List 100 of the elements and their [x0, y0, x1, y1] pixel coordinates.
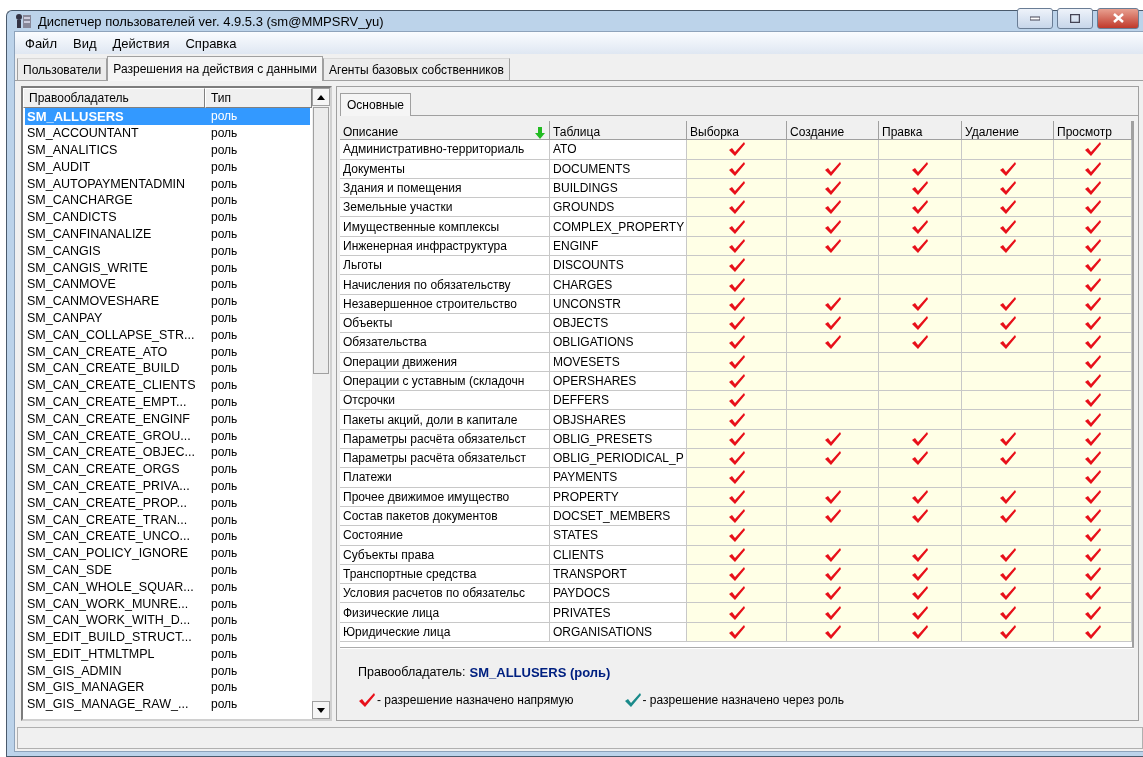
- permission-cell[interactable]: [687, 622, 787, 642]
- column-header[interactable]: Правка: [879, 121, 962, 141]
- permission-cell[interactable]: [1054, 178, 1132, 199]
- permission-cell[interactable]: [787, 333, 879, 353]
- permission-cell[interactable]: [687, 468, 787, 488]
- permission-cell[interactable]: [1054, 545, 1132, 565]
- permission-cell[interactable]: [1054, 603, 1132, 623]
- permission-cell[interactable]: [687, 294, 787, 314]
- permission-cell[interactable]: [1054, 313, 1132, 334]
- tab[interactable]: Агенты базовых собственников: [323, 58, 510, 80]
- permission-cell[interactable]: [962, 468, 1054, 488]
- holder-row[interactable]: SM_CANDICTS роль: [25, 208, 310, 226]
- holder-row[interactable]: SM_CAN_CREATE_CLIENTS роль: [25, 376, 310, 394]
- holder-row[interactable]: SM_CAN_CREATE_ENGINF роль: [25, 410, 310, 428]
- holder-row[interactable]: SM_CAN_COLLAPSE_STR... роль: [25, 326, 310, 344]
- permission-cell[interactable]: [879, 487, 962, 507]
- permission-cell[interactable]: [687, 371, 787, 392]
- column-header[interactable]: Выборка: [687, 121, 787, 141]
- holder-row[interactable]: SM_CAN_CREATE_BUILD роль: [25, 359, 310, 377]
- holder-row[interactable]: SM_GIS_ADMIN роль: [25, 662, 310, 680]
- permission-cell[interactable]: [962, 275, 1054, 295]
- permission-cell[interactable]: [687, 236, 787, 257]
- permission-cell[interactable]: [787, 140, 879, 160]
- tab[interactable]: Основные: [340, 93, 411, 116]
- permission-cell[interactable]: [879, 545, 962, 565]
- permission-cell[interactable]: [1054, 159, 1132, 179]
- permission-cell[interactable]: [962, 236, 1054, 257]
- permission-cell[interactable]: [879, 391, 962, 411]
- permission-cell[interactable]: [879, 410, 962, 430]
- permission-cell[interactable]: [1054, 526, 1132, 546]
- permission-cell[interactable]: [787, 198, 879, 218]
- permission-cell[interactable]: [962, 140, 1054, 160]
- holder-row[interactable]: SM_EDIT_HTMLTMPL роль: [25, 645, 310, 663]
- permission-cell[interactable]: [962, 526, 1054, 546]
- permission-cell[interactable]: [687, 313, 787, 334]
- permission-cell[interactable]: [787, 545, 879, 565]
- holder-row[interactable]: SM_ANALITICS роль: [25, 141, 310, 159]
- permission-cell[interactable]: [962, 449, 1054, 469]
- permission-cell[interactable]: [1054, 236, 1132, 257]
- holder-row[interactable]: SM_CAN_POLICY_IGNORE роль: [25, 544, 310, 562]
- permission-cell[interactable]: [879, 352, 962, 372]
- menu-item[interactable]: Файл: [17, 35, 65, 51]
- permission-cell[interactable]: [962, 584, 1054, 604]
- scroll-down-button[interactable]: [312, 701, 330, 719]
- permission-cell[interactable]: [787, 371, 879, 392]
- permission-cell[interactable]: [879, 294, 962, 314]
- permission-cell[interactable]: [1054, 564, 1132, 585]
- permission-cell[interactable]: [1054, 468, 1132, 488]
- permission-cell[interactable]: [962, 294, 1054, 314]
- permission-cell[interactable]: [1054, 275, 1132, 295]
- permission-cell[interactable]: [787, 275, 879, 295]
- holder-row[interactable]: SM_EDIT_BUILD_STRUCT... роль: [25, 628, 310, 646]
- permission-cell[interactable]: [879, 449, 962, 469]
- column-header[interactable]: Удаление: [962, 121, 1054, 141]
- permission-cell[interactable]: [787, 429, 879, 450]
- permission-cell[interactable]: [787, 352, 879, 372]
- permission-cell[interactable]: [687, 506, 787, 527]
- permission-cell[interactable]: [962, 545, 1054, 565]
- column-header[interactable]: Правообладатель: [23, 88, 205, 108]
- permission-cell[interactable]: [1054, 333, 1132, 353]
- permission-cell[interactable]: [879, 371, 962, 392]
- permission-cell[interactable]: [879, 603, 962, 623]
- tab[interactable]: Разрешения на действия с данными: [107, 56, 324, 81]
- permission-cell[interactable]: [879, 622, 962, 642]
- permission-cell[interactable]: [687, 352, 787, 372]
- permission-cell[interactable]: [962, 352, 1054, 372]
- permission-cell[interactable]: [1054, 449, 1132, 469]
- holder-row[interactable]: SM_CAN_CREATE_PRIVA... роль: [25, 477, 310, 495]
- permission-cell[interactable]: [962, 333, 1054, 353]
- permission-cell[interactable]: [1054, 391, 1132, 411]
- permission-cell[interactable]: [687, 449, 787, 469]
- permission-cell[interactable]: [1054, 429, 1132, 450]
- permission-cell[interactable]: [962, 487, 1054, 507]
- column-header[interactable]: Тип: [205, 88, 312, 108]
- holder-row[interactable]: SM_CANGIS_WRITE роль: [25, 259, 310, 276]
- permission-cell[interactable]: [687, 584, 787, 604]
- permission-cell[interactable]: [687, 391, 787, 411]
- permission-cell[interactable]: [687, 140, 787, 160]
- holder-row[interactable]: SM_CANPAY роль: [25, 309, 310, 327]
- holder-row[interactable]: SM_CAN_CREATE_ATO роль: [25, 343, 310, 360]
- permission-cell[interactable]: [962, 429, 1054, 450]
- permission-cell[interactable]: [1054, 506, 1132, 527]
- permission-cell[interactable]: [687, 603, 787, 623]
- permission-cell[interactable]: [962, 256, 1054, 276]
- holder-row[interactable]: SM_CAN_CREATE_TRAN... роль: [25, 511, 310, 528]
- holder-row[interactable]: SM_CAN_CREATE_OBJEC... роль: [25, 443, 310, 461]
- permission-cell[interactable]: [879, 313, 962, 334]
- holder-row[interactable]: SM_CANMOVESHARE роль: [25, 292, 310, 310]
- permission-cell[interactable]: [787, 622, 879, 642]
- permission-cell[interactable]: [687, 217, 787, 237]
- permission-cell[interactable]: [879, 506, 962, 527]
- permission-cell[interactable]: [787, 564, 879, 585]
- permission-cell[interactable]: [787, 236, 879, 257]
- holder-row[interactable]: SM_CANMOVE роль: [25, 275, 310, 293]
- permission-cell[interactable]: [879, 275, 962, 295]
- scroll-thumb[interactable]: [313, 107, 329, 374]
- menu-item[interactable]: Действия: [104, 35, 178, 51]
- permission-cell[interactable]: [879, 429, 962, 450]
- maximize-button[interactable]: [1057, 7, 1093, 29]
- permission-cell[interactable]: [787, 294, 879, 314]
